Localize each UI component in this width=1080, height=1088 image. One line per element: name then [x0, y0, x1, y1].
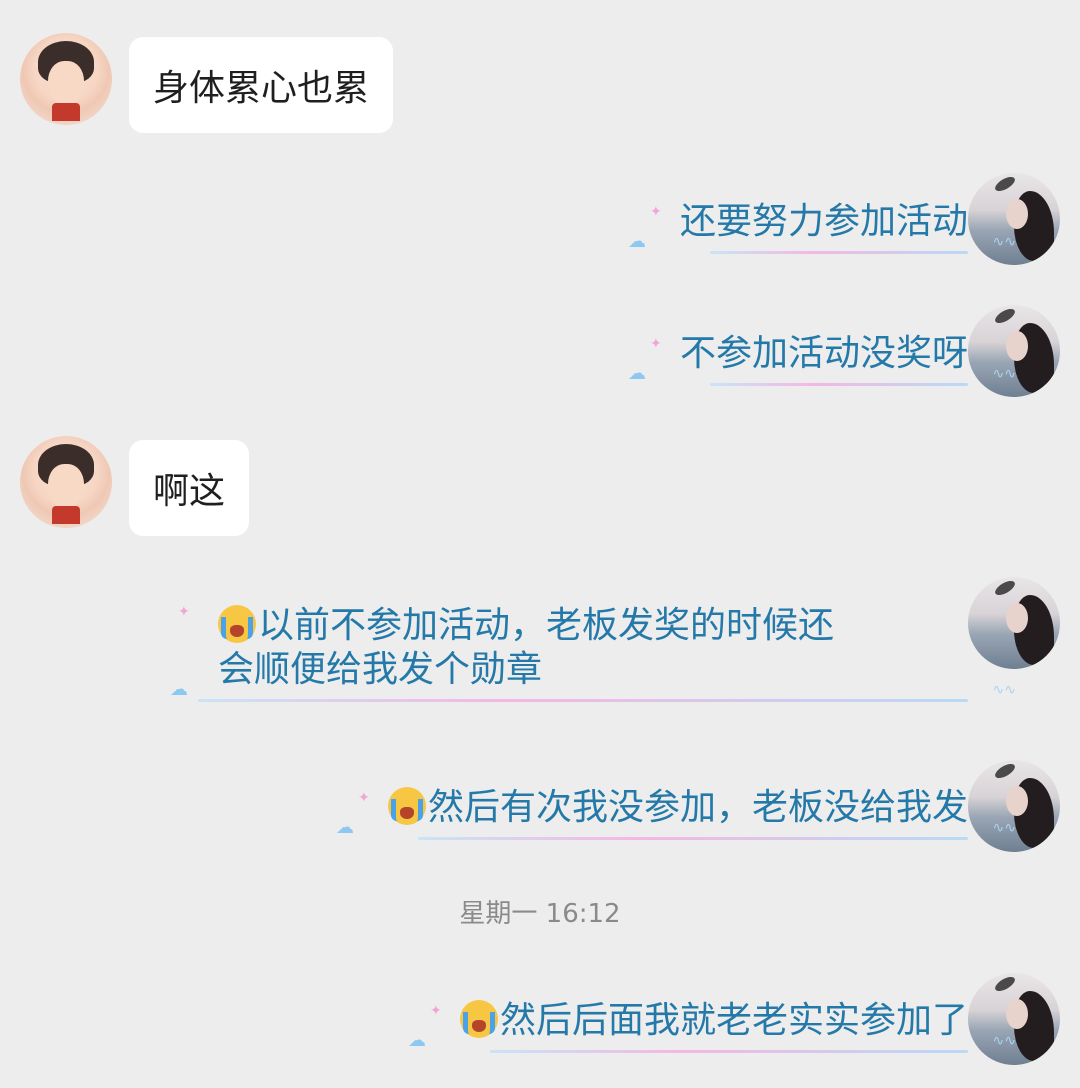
incoming-message-bubble[interactable]: 啊这 [129, 440, 250, 536]
contact-avatar[interactable] [20, 436, 112, 528]
outgoing-message-bubble[interactable]: ✦ 然后有次我没参加，老板没给我发 ☁ ∿∿ [336, 786, 1016, 840]
message-text: 还要努力参加活动 [679, 201, 968, 242]
incoming-message-bubble[interactable]: 身体累心也累 [129, 37, 394, 133]
cloud-decoration-icon: ☁ [170, 679, 188, 700]
message-text: 然后有次我没参加，老板没给我发 [387, 786, 968, 830]
sparkle-icon: ✦ [429, 1003, 442, 1019]
loudly-crying-face-icon [459, 1000, 498, 1038]
wave-decoration-icon: ∿∿ [992, 366, 1016, 382]
bubble-underline [709, 251, 968, 254]
outgoing-message-bubble[interactable]: ✦ 然后后面我就老老实实参加了 ☁ ∿∿ [408, 999, 1016, 1053]
cloud-decoration-icon: ☁ [627, 231, 646, 252]
wave-decoration-icon: ∿∿ [992, 1033, 1016, 1049]
message-text-line-1: 以前不参加活动，老板发奖的时候还 [218, 604, 890, 648]
wave-decoration-icon: ∿∿ [992, 234, 1016, 250]
sparkle-icon: ✦ [649, 336, 662, 352]
message-text: 啊这 [153, 471, 226, 512]
loudly-crying-face-icon [387, 787, 426, 825]
outgoing-message-bubble[interactable]: ✦ 不参加活动没奖呀 ☁ ∿∿ [628, 332, 1016, 386]
sparkle-icon: ✦ [178, 604, 190, 620]
bubble-underline [198, 699, 968, 702]
loudly-crying-face-icon [218, 605, 256, 643]
message-text: 然后后面我就老老实实参加了 [459, 999, 968, 1043]
message-text: 身体累心也累 [153, 68, 370, 109]
wave-decoration-icon: ∿∿ [992, 820, 1016, 836]
sparkle-icon: ✦ [357, 790, 370, 806]
message-text-line-2: 会顺便给我发个勋章 [218, 649, 543, 690]
contact-avatar[interactable] [20, 33, 112, 125]
cloud-decoration-icon: ☁ [407, 1030, 426, 1051]
outgoing-message-bubble[interactable]: ✦ 以前不参加活动，老板发奖的时候还 会顺便给我发个勋章 ☁ ∿∿ [170, 604, 1016, 702]
user-avatar[interactable] [968, 577, 1060, 669]
cloud-decoration-icon: ☁ [627, 363, 646, 384]
bubble-underline [417, 837, 968, 840]
chat-view: 身体累心也累 ✦ 还要努力参加活动 ☁ ∿∿ ✦ 不参加活动没奖呀 ☁ ∿∿ 啊… [0, 0, 1080, 1088]
message-text: 不参加活动没奖呀 [679, 333, 968, 374]
bubble-underline [709, 383, 968, 386]
cloud-decoration-icon: ☁ [335, 817, 354, 838]
wave-decoration-icon: ∿∿ [992, 682, 1016, 698]
outgoing-message-bubble[interactable]: ✦ 还要努力参加活动 ☁ ∿∿ [628, 200, 1016, 254]
sparkle-icon: ✦ [649, 204, 662, 220]
message-timestamp: 星期一 16:12 [459, 899, 621, 929]
bubble-underline [489, 1050, 968, 1053]
